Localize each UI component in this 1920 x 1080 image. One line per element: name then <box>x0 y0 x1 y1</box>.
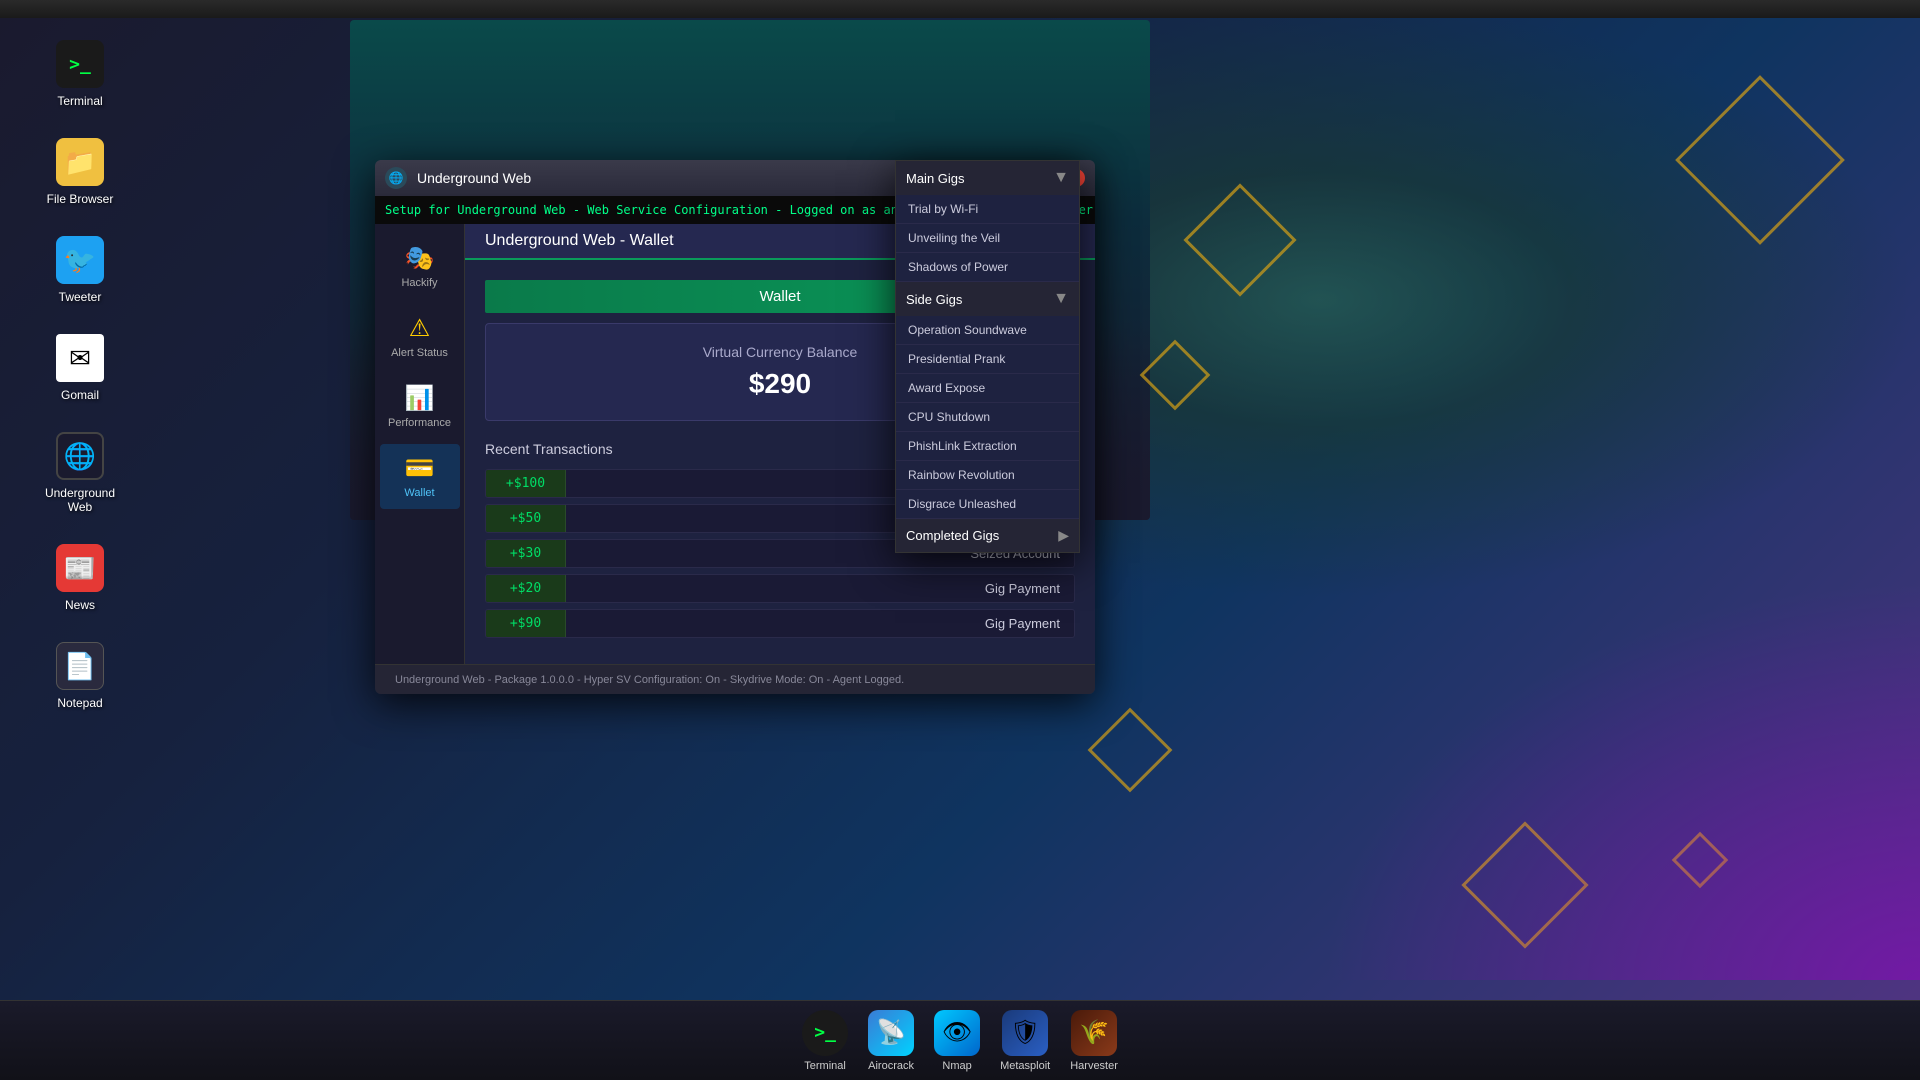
geo-decoration-2 <box>1140 340 1211 411</box>
gig-item-shadows[interactable]: Shadows of Power <box>896 253 1079 282</box>
side-gigs-arrow-icon: ▼ <box>1053 290 1069 308</box>
taskbar-harvester-icon: 🌾 <box>1071 1010 1117 1056</box>
desktop-icon-notepad[interactable]: 📄 Notepad <box>40 642 120 710</box>
taskbar-app-metasploit[interactable]: 🛡 Metasploit <box>1000 1010 1050 1072</box>
taskbar-terminal-icon: >_ <box>802 1010 848 1056</box>
taskbar-metasploit-icon: 🛡 <box>1002 1010 1048 1056</box>
gig-item-disgrace[interactable]: Disgrace Unleashed <box>896 490 1079 519</box>
tx-amount-0: +$100 <box>486 470 566 497</box>
tx-amount-4: +$90 <box>486 610 566 637</box>
taskbar-terminal-label: Terminal <box>804 1060 846 1072</box>
desktop-icon-news[interactable]: 📰 News <box>40 544 120 612</box>
performance-nav-label: Performance <box>388 417 451 429</box>
purple-glow <box>1320 580 1920 980</box>
gig-operation-label: Operation Soundwave <box>908 323 1027 337</box>
desktop-icon-terminal[interactable]: >_ Terminal <box>40 40 120 108</box>
taskbar-airocrack-label: Airocrack <box>868 1060 914 1072</box>
status-bar: Underground Web - Package 1.0.0.0 - Hype… <box>375 664 1095 694</box>
hackify-nav-label: Hackify <box>401 277 437 289</box>
window-app-icon: 🌐 <box>385 167 407 189</box>
gig-item-award-expose[interactable]: Award Expose <box>896 374 1079 403</box>
notepad-label: Notepad <box>57 696 102 710</box>
taskbar-app-harvester[interactable]: 🌾 Harvester <box>1070 1010 1118 1072</box>
gig-award-label: Award Expose <box>908 381 985 395</box>
news-label: News <box>65 598 95 612</box>
completed-gigs-label: Completed Gigs <box>906 528 999 543</box>
tx-amount-2: +$30 <box>486 540 566 567</box>
wallet-nav-label: Wallet <box>404 487 434 499</box>
gig-item-trial-by-wifi[interactable]: Trial by Wi-Fi <box>896 195 1079 224</box>
taskbar-airocrack-icon: 📡 <box>868 1010 914 1056</box>
gig-cpu-label: CPU Shutdown <box>908 410 990 424</box>
desktop-icon-underground[interactable]: 🌐 Underground Web <box>40 432 120 514</box>
filebrowser-icon: 📁 <box>56 138 104 186</box>
geo-decoration-4 <box>1088 708 1173 793</box>
taskbar-app-nmap[interactable]: 👁 Nmap <box>934 1010 980 1072</box>
main-gigs-arrow-icon: ▼ <box>1053 169 1069 187</box>
nav-item-alertstatus[interactable]: ⚠ Alert Status <box>380 304 460 369</box>
taskbar-app-airocrack[interactable]: 📡 Airocrack <box>868 1010 914 1072</box>
alertstatus-nav-label: Alert Status <box>391 347 448 359</box>
underground-label: Underground Web <box>40 486 120 514</box>
gig-item-operation-soundwave[interactable]: Operation Soundwave <box>896 316 1079 345</box>
main-gigs-label: Main Gigs <box>906 171 965 186</box>
gigs-panel: Main Gigs ▼ Trial by Wi-Fi Unveiling the… <box>895 160 1080 553</box>
nav-sidebar: 🎭 Hackify ⚠ Alert Status 📊 Performance 💳… <box>375 224 465 664</box>
tweeter-label: Tweeter <box>59 290 102 304</box>
gig-item-unveiling[interactable]: Unveiling the Veil <box>896 224 1079 253</box>
nav-item-performance[interactable]: 📊 Performance <box>380 374 460 439</box>
gig-item-rainbow[interactable]: Rainbow Revolution <box>896 461 1079 490</box>
tx-amount-3: +$20 <box>486 575 566 602</box>
nav-item-wallet[interactable]: 💳 Wallet <box>380 444 460 509</box>
taskbar-nmap-icon: 👁 <box>934 1010 980 1056</box>
filebrowser-label: File Browser <box>47 192 114 206</box>
side-gigs-header[interactable]: Side Gigs ▼ <box>896 282 1079 316</box>
desktop-icon-gomail[interactable]: ✉ Gomail <box>40 334 120 402</box>
wallet-icon: 💳 <box>405 454 435 483</box>
underground-icon: 🌐 <box>56 432 104 480</box>
side-gigs-label: Side Gigs <box>906 292 962 307</box>
completed-gigs-arrow-icon: ▶ <box>1058 527 1069 544</box>
completed-gigs-header[interactable]: Completed Gigs ▶ <box>896 519 1079 552</box>
terminal-icon: >_ <box>56 40 104 88</box>
gig-presidential-label: Presidential Prank <box>908 352 1005 366</box>
gig-shadows-label: Shadows of Power <box>908 260 1008 274</box>
desktop-icon-tweeter[interactable]: 🐦 Tweeter <box>40 236 120 304</box>
gig-item-phishlink[interactable]: PhishLink Extraction <box>896 432 1079 461</box>
transaction-row-4: +$90 Gig Payment <box>485 609 1075 638</box>
nav-item-hackify[interactable]: 🎭 Hackify <box>380 234 460 299</box>
transaction-row-3: +$20 Gig Payment <box>485 574 1075 603</box>
alert-icon: ⚠ <box>409 314 431 343</box>
gig-trial-by-wifi-label: Trial by Wi-Fi <box>908 202 978 216</box>
geo-decoration-3 <box>1675 75 1845 245</box>
gig-unveiling-label: Unveiling the Veil <box>908 231 1000 245</box>
tx-desc-3: Gig Payment <box>566 575 1074 602</box>
gig-item-cpu-shutdown[interactable]: CPU Shutdown <box>896 403 1079 432</box>
tweeter-icon: 🐦 <box>56 236 104 284</box>
desktop-icon-list: >_ Terminal 📁 File Browser 🐦 Tweeter ✉ G… <box>40 40 120 710</box>
gig-phishlink-label: PhishLink Extraction <box>908 439 1017 453</box>
gomail-icon: ✉ <box>56 334 104 382</box>
taskbar-app-terminal[interactable]: >_ Terminal <box>802 1010 848 1072</box>
performance-icon: 📊 <box>405 384 435 413</box>
geo-decoration-1 <box>1183 183 1296 296</box>
status-text: Underground Web - Package 1.0.0.0 - Hype… <box>395 674 904 686</box>
main-gigs-header[interactable]: Main Gigs ▼ <box>896 161 1079 195</box>
taskbar-nmap-label: Nmap <box>942 1060 971 1072</box>
tx-amount-1: +$50 <box>486 505 566 532</box>
news-icon: 📰 <box>56 544 104 592</box>
gig-disgrace-label: Disgrace Unleashed <box>908 497 1016 511</box>
taskbar-metasploit-label: Metasploit <box>1000 1060 1050 1072</box>
hackify-icon: 🎭 <box>405 244 435 273</box>
tx-desc-4: Gig Payment <box>566 610 1074 637</box>
notepad-icon: 📄 <box>56 642 104 690</box>
taskbar-bottom: >_ Terminal 📡 Airocrack 👁 Nmap 🛡 Metaspl… <box>0 1000 1920 1080</box>
taskbar-harvester-label: Harvester <box>1070 1060 1118 1072</box>
terminal-label: Terminal <box>57 94 102 108</box>
gig-item-presidential-prank[interactable]: Presidential Prank <box>896 345 1079 374</box>
desktop-icon-filebrowser[interactable]: 📁 File Browser <box>40 138 120 206</box>
gomail-label: Gomail <box>61 388 99 402</box>
taskbar-top <box>0 0 1920 18</box>
gig-rainbow-label: Rainbow Revolution <box>908 468 1015 482</box>
